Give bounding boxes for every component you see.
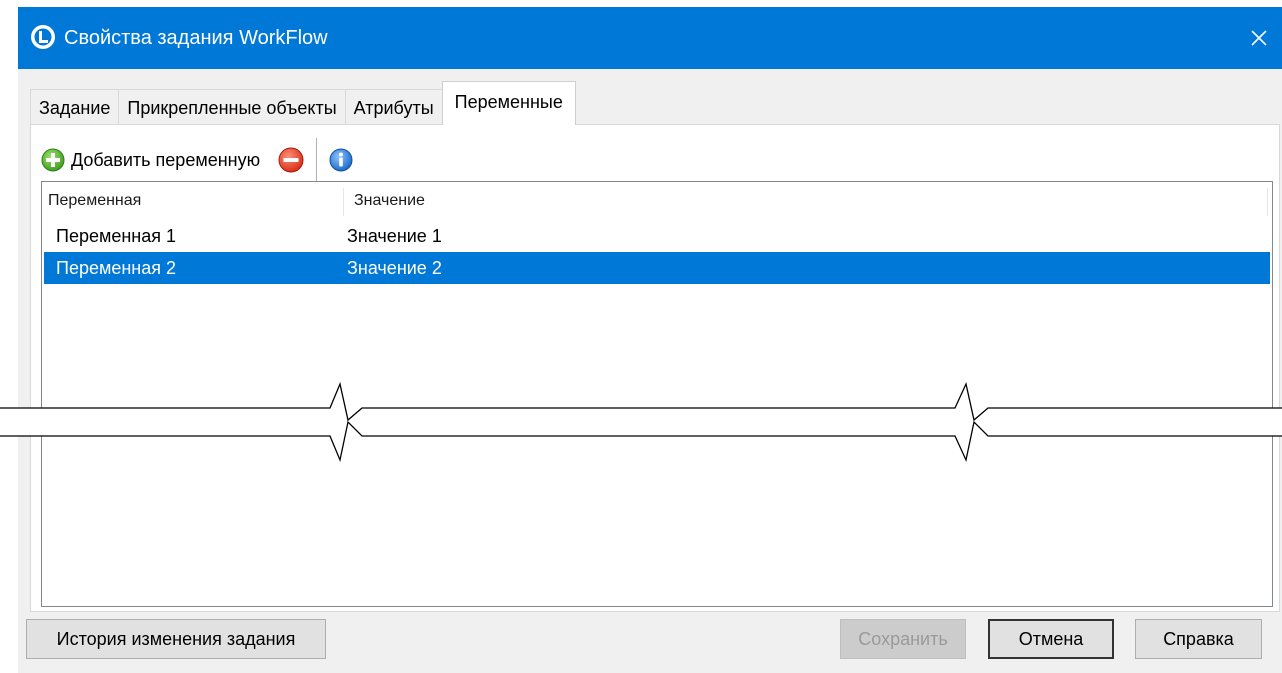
column-header-variable[interactable]: Переменная [44,182,141,220]
column-header-value[interactable]: Значение [350,182,425,220]
list-header: Переменная Значение [42,182,1272,220]
tab-variables[interactable]: Переменные [441,81,576,125]
tab-task[interactable]: Задание [30,89,120,125]
tab-strip: Задание Прикрепленные объекты Атрибуты П… [30,79,576,125]
add-variable-button[interactable]: Добавить переменную [37,138,264,182]
info-button[interactable] [325,138,357,182]
cancel-button[interactable]: Отмена [988,619,1114,659]
plus-circle-green-icon [41,148,65,172]
close-button[interactable] [1236,7,1282,69]
info-circle-blue-icon [329,148,353,172]
remove-variable-button[interactable] [274,138,308,182]
variable-name-cell: Переменная 2 [56,258,177,278]
help-button[interactable]: Справка [1135,619,1262,659]
minus-circle-red-icon [278,147,304,173]
table-row-selected[interactable]: Переменная 2 Значение 2 [44,252,1270,284]
column-divider[interactable] [1267,188,1268,216]
add-variable-label: Добавить переменную [71,149,261,170]
variable-value-cell: Значение 1 [347,226,442,246]
tab-attributes[interactable]: Атрибуты [344,89,443,125]
variables-tab-panel: Добавить переменную Переменная Значение … [30,124,1280,612]
dialog-window: Свойства задания WorkFlow Задание Прикре… [18,7,1282,673]
window-title: Свойства задания WorkFlow [64,27,328,49]
task-history-button[interactable]: История изменения задания [26,619,326,659]
variable-value-cell: Значение 2 [347,258,442,278]
variables-list[interactable]: Переменная Значение Переменная 1 Значени… [41,181,1273,607]
tab-attached-objects[interactable]: Прикрепленные объекты [118,89,346,125]
save-button[interactable]: Сохранить [840,619,966,659]
table-row[interactable]: Переменная 1 Значение 1 [44,220,1270,252]
close-icon [1251,30,1267,46]
title-bar: Свойства задания WorkFlow [18,7,1282,69]
variable-name-cell: Переменная 1 [56,226,177,246]
app-logo-icon [31,25,55,49]
toolbar-separator [316,138,318,182]
column-divider[interactable] [343,188,344,216]
